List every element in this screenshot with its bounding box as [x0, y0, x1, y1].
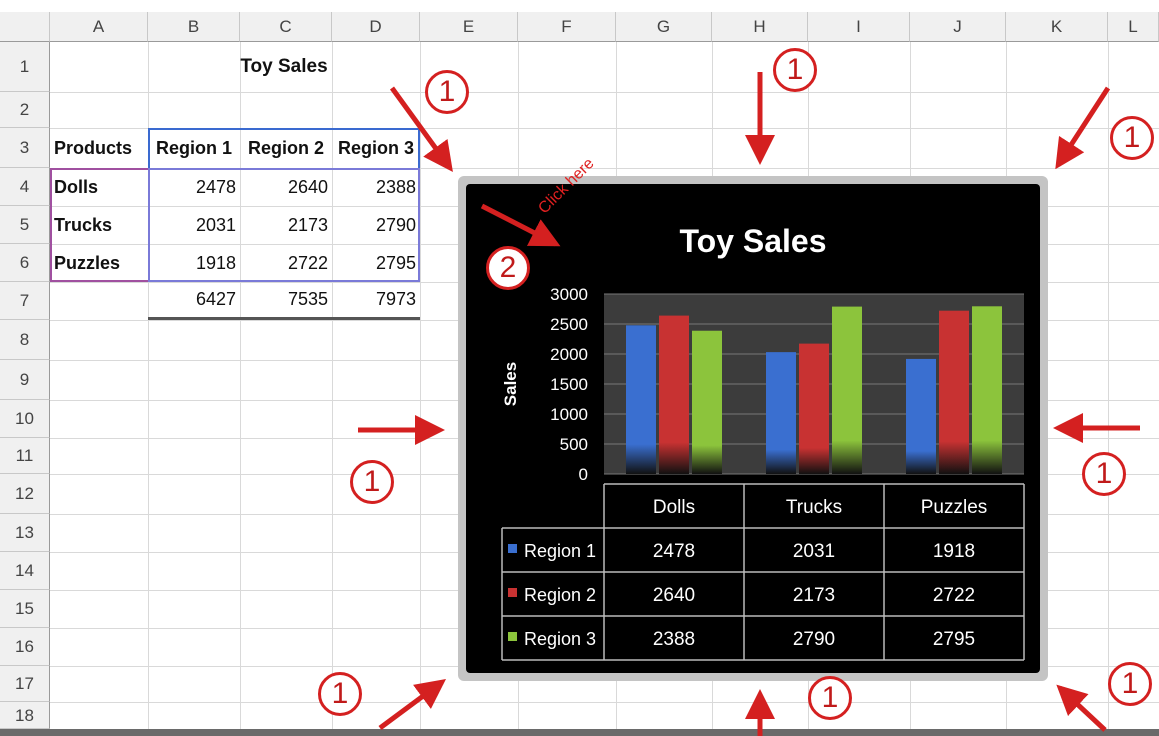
- step-1-badge-right: 1: [1082, 452, 1126, 496]
- column-header-c[interactable]: C: [240, 12, 332, 42]
- data-table-value: 2640: [653, 585, 695, 606]
- bar-puzzles-region-1: [906, 358, 936, 474]
- row-header-8[interactable]: 8: [0, 320, 50, 360]
- data-table-value: 2478: [653, 541, 695, 562]
- row-header-12[interactable]: 12: [0, 474, 50, 514]
- row-header-13[interactable]: 13: [0, 514, 50, 552]
- column-header-g[interactable]: G: [616, 12, 712, 42]
- bar-puzzles-region-2: [939, 310, 969, 474]
- step-1-badge-bottom-left: 1: [318, 672, 362, 716]
- column-header-i[interactable]: I: [808, 12, 910, 42]
- select-all-corner[interactable]: [0, 12, 50, 42]
- row-header-10[interactable]: 10: [0, 400, 50, 438]
- column-header-b[interactable]: B: [148, 12, 240, 42]
- y-tick-label: 2500: [550, 315, 588, 334]
- column-header-l[interactable]: L: [1108, 12, 1159, 42]
- x-tick-label: Puzzles: [921, 497, 988, 518]
- step-1-badge-left: 1: [350, 460, 394, 504]
- step-1-badge-top-left: 1: [425, 70, 469, 114]
- step-1-badge-bottom-right: 1: [1108, 662, 1152, 706]
- data-table-value: 2388: [653, 629, 695, 650]
- bar-trucks-region-1: [766, 352, 796, 474]
- data-table-value: 2790: [793, 629, 835, 650]
- row-header-1[interactable]: 1: [0, 42, 50, 92]
- row-header-14[interactable]: 14: [0, 552, 50, 590]
- row-header-3[interactable]: 3: [0, 128, 50, 168]
- column-header-d[interactable]: D: [332, 12, 420, 42]
- y-tick-label: 0: [579, 465, 588, 484]
- y-axis-label: Sales: [501, 362, 520, 406]
- total-region-3[interactable]: 7973: [332, 282, 420, 320]
- row-header-9[interactable]: 9: [0, 360, 50, 400]
- legend-key-region-2: [508, 588, 517, 597]
- bar-trucks-region-3: [832, 306, 862, 474]
- step-2-badge: 2: [486, 246, 530, 290]
- row-header-4[interactable]: 4: [0, 168, 50, 206]
- row-header-16[interactable]: 16: [0, 628, 50, 666]
- data-table-value: 2795: [933, 629, 975, 650]
- legend-label: Region 3: [524, 629, 596, 649]
- total-region-1[interactable]: 6427: [148, 282, 240, 320]
- row-header-11[interactable]: 11: [0, 438, 50, 474]
- data-table-value: 2031: [793, 541, 835, 562]
- column-header-j[interactable]: J: [910, 12, 1006, 42]
- row-header-17[interactable]: 17: [0, 666, 50, 702]
- x-tick-label: Trucks: [786, 497, 842, 518]
- data-table-value: 1918: [933, 541, 975, 562]
- row-header-7[interactable]: 7: [0, 282, 50, 320]
- legend-label: Region 2: [524, 585, 596, 605]
- step-1-badge-bottom: 1: [808, 676, 852, 720]
- row-header-18[interactable]: 18: [0, 702, 50, 729]
- chart-title: Toy Sales: [679, 223, 826, 259]
- chart-svg: Toy Sales Sales 0 500 1000 1500 2000 2500 3000 Do…: [501, 223, 1025, 661]
- column-header-e[interactable]: E: [420, 12, 518, 42]
- header-products[interactable]: Products: [50, 128, 148, 168]
- data-table-value: 2173: [793, 585, 835, 606]
- step-1-badge-top-right: 1: [1110, 116, 1154, 160]
- data-table-value: 2722: [933, 585, 975, 606]
- row-header-15[interactable]: 15: [0, 590, 50, 628]
- y-tick-label: 1500: [550, 375, 588, 394]
- category-range-highlight: [50, 168, 148, 282]
- row-header-6[interactable]: 6: [0, 244, 50, 282]
- y-tick-label: 3000: [550, 285, 588, 304]
- grid-line: [50, 702, 1159, 703]
- grid-line: [50, 92, 1159, 93]
- sheet-tab-bar[interactable]: [0, 729, 1159, 736]
- legend-key-region-3: [508, 632, 517, 641]
- grid-line: [420, 42, 421, 736]
- column-header-h[interactable]: H: [712, 12, 808, 42]
- y-tick-label: 1000: [550, 405, 588, 424]
- grid-line: [1108, 42, 1109, 736]
- bar-dolls-region-1: [626, 325, 656, 474]
- row-header-5[interactable]: 5: [0, 206, 50, 244]
- bar-trucks-region-2: [799, 343, 829, 474]
- legend-key-region-1: [508, 544, 517, 553]
- chart-object[interactable]: Toy Sales Sales 0 500 1000 1500 2000 2500 3000 Do…: [458, 176, 1048, 681]
- bar-dolls-region-3: [692, 330, 722, 474]
- bar-dolls-region-2: [659, 315, 689, 474]
- series-name-range-highlight: [148, 128, 420, 168]
- bar-puzzles-region-3: [972, 306, 1002, 474]
- data-range-highlight: [148, 168, 420, 282]
- row-header-2[interactable]: 2: [0, 92, 50, 128]
- sheet-title[interactable]: Toy Sales: [148, 42, 420, 92]
- chart-area[interactable]: Toy Sales Sales 0 500 1000 1500 2000 2500 3000 Do…: [466, 184, 1040, 673]
- y-tick-label: 500: [560, 435, 588, 454]
- y-tick-label: 2000: [550, 345, 588, 364]
- column-header-k[interactable]: K: [1006, 12, 1108, 42]
- legend-label: Region 1: [524, 541, 596, 561]
- x-tick-label: Dolls: [653, 497, 695, 518]
- column-header-a[interactable]: A: [50, 12, 148, 42]
- step-1-badge-top: 1: [773, 48, 817, 92]
- total-region-2[interactable]: 7535: [240, 282, 332, 320]
- column-header-f[interactable]: F: [518, 12, 616, 42]
